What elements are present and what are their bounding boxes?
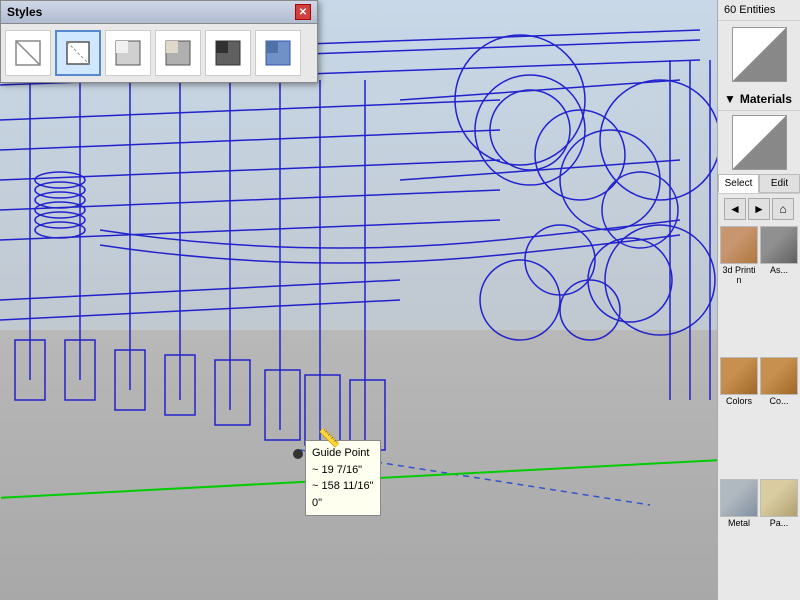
monochrome-style-icon xyxy=(212,37,244,69)
material-label-colors: Colors xyxy=(726,396,752,406)
material-label-asphalt: As... xyxy=(770,265,788,275)
wireframe-style-button[interactable] xyxy=(5,30,51,76)
material-item-colors[interactable]: Colors xyxy=(720,357,758,476)
monochrome-style-button[interactable] xyxy=(205,30,251,76)
tab-select[interactable]: Select xyxy=(718,174,759,193)
material-thumb-colors2 xyxy=(760,357,798,395)
right-panel: 60 Entities ▼ Materials Select Edit ◄ ► … xyxy=(717,0,800,600)
material-item-paper[interactable]: Pa... xyxy=(760,479,798,598)
material-item-colors2[interactable]: Co... xyxy=(760,357,798,476)
styles-close-button[interactable]: ✕ xyxy=(295,4,311,20)
material-thumb-3dprint xyxy=(720,226,758,264)
guide-x: ~ 19 7/16" xyxy=(312,462,374,479)
styles-panel: Styles ✕ xyxy=(0,0,318,83)
nav-home-button[interactable]: ⌂ xyxy=(772,198,794,220)
materials-preview xyxy=(732,115,787,170)
app: 📏 Guide Point ~ 19 7/16" ~ 158 11/16" 0"… xyxy=(0,0,800,600)
shaded-textured-style-button[interactable] xyxy=(155,30,201,76)
material-item-3dprint[interactable]: 3d Printin xyxy=(720,226,758,355)
color-by-layer-style-button[interactable] xyxy=(255,30,301,76)
styles-title: Styles xyxy=(7,5,42,19)
guide-dot xyxy=(293,449,303,459)
shaded-style-button[interactable] xyxy=(105,30,151,76)
material-thumb-metal xyxy=(720,479,758,517)
materials-title: Materials xyxy=(740,92,792,106)
material-thumb-asphalt xyxy=(760,226,798,264)
nav-forward-button[interactable]: ► xyxy=(748,198,770,220)
styles-icon-bar xyxy=(1,24,317,82)
tab-edit[interactable]: Edit xyxy=(759,174,800,193)
hidden-line-style-icon xyxy=(62,37,94,69)
styles-titlebar: Styles ✕ xyxy=(1,1,317,24)
material-preview-top xyxy=(732,27,787,82)
shaded-style-icon xyxy=(112,37,144,69)
material-label-colors2: Co... xyxy=(769,396,788,406)
shaded-textured-style-icon xyxy=(162,37,194,69)
material-grid: 3d Printin As... Colors Co... Metal Pa..… xyxy=(718,224,800,600)
entities-count: 60 Entities xyxy=(718,0,800,21)
material-label-3dprint: 3d Printin xyxy=(720,265,758,285)
tape-measure-icon: 📏 xyxy=(318,428,340,449)
material-thumb-paper xyxy=(760,479,798,517)
nav-buttons: ◄ ► ⌂ xyxy=(718,194,800,224)
guide-tooltip: Guide Point ~ 19 7/16" ~ 158 11/16" 0" xyxy=(305,440,381,516)
wireframe-style-icon xyxy=(12,37,44,69)
material-label-metal: Metal xyxy=(728,518,750,528)
material-thumb-colors xyxy=(720,357,758,395)
materials-header: ▼ Materials xyxy=(718,88,800,111)
material-item-metal[interactable]: Metal xyxy=(720,479,758,598)
viewport: 📏 Guide Point ~ 19 7/16" ~ 158 11/16" 0"… xyxy=(0,0,717,600)
hidden-line-style-button[interactable] xyxy=(55,30,101,76)
material-item-asphalt[interactable]: As... xyxy=(760,226,798,355)
materials-tabs: Select Edit xyxy=(718,174,800,194)
nav-back-button[interactable]: ◄ xyxy=(724,198,746,220)
guide-y: ~ 158 11/16" xyxy=(312,478,374,495)
material-label-paper: Pa... xyxy=(770,518,789,528)
guide-z: 0" xyxy=(312,495,374,512)
materials-triangle: ▼ xyxy=(724,92,736,106)
color-by-layer-style-icon xyxy=(262,37,294,69)
